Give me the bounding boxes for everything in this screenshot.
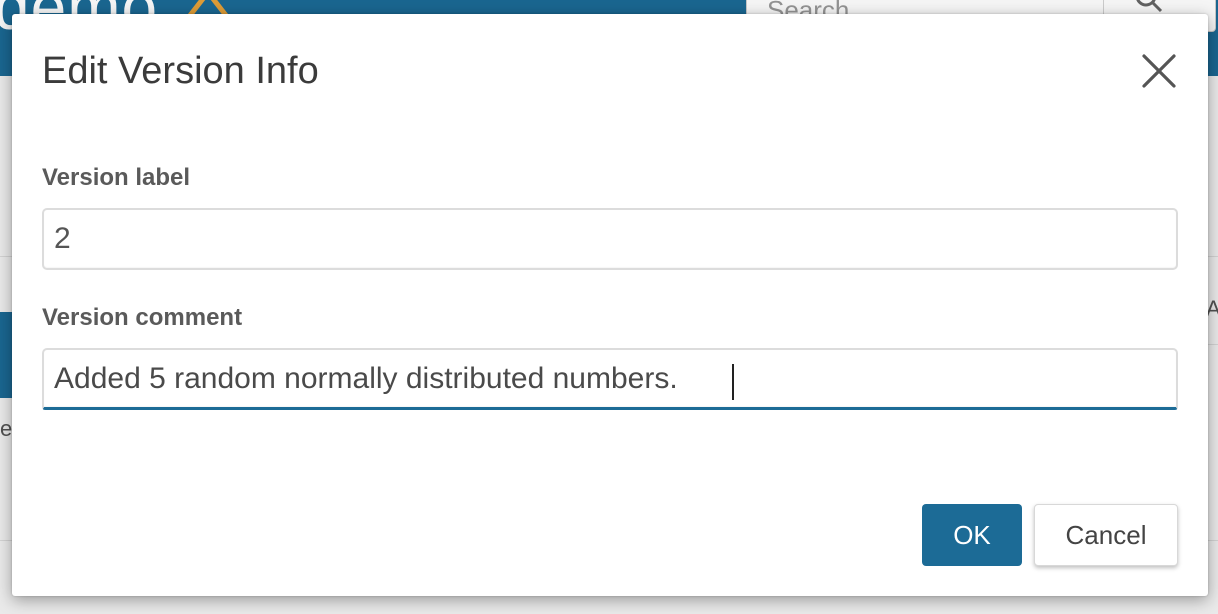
close-button[interactable] [1140,52,1178,90]
ok-button[interactable]: OK [922,504,1022,566]
close-icon [1142,54,1176,88]
version-comment-heading: Version comment [42,304,243,331]
version-label-input[interactable] [42,208,1178,270]
version-comment-input[interactable] [42,348,1178,410]
dialog-title: Edit Version Info [42,50,319,92]
cancel-button[interactable]: Cancel [1034,504,1178,566]
version-label-heading: Version label [42,164,191,191]
text-caret [732,364,734,400]
edit-version-dialog: Edit Version Info Version label Version … [12,14,1208,596]
